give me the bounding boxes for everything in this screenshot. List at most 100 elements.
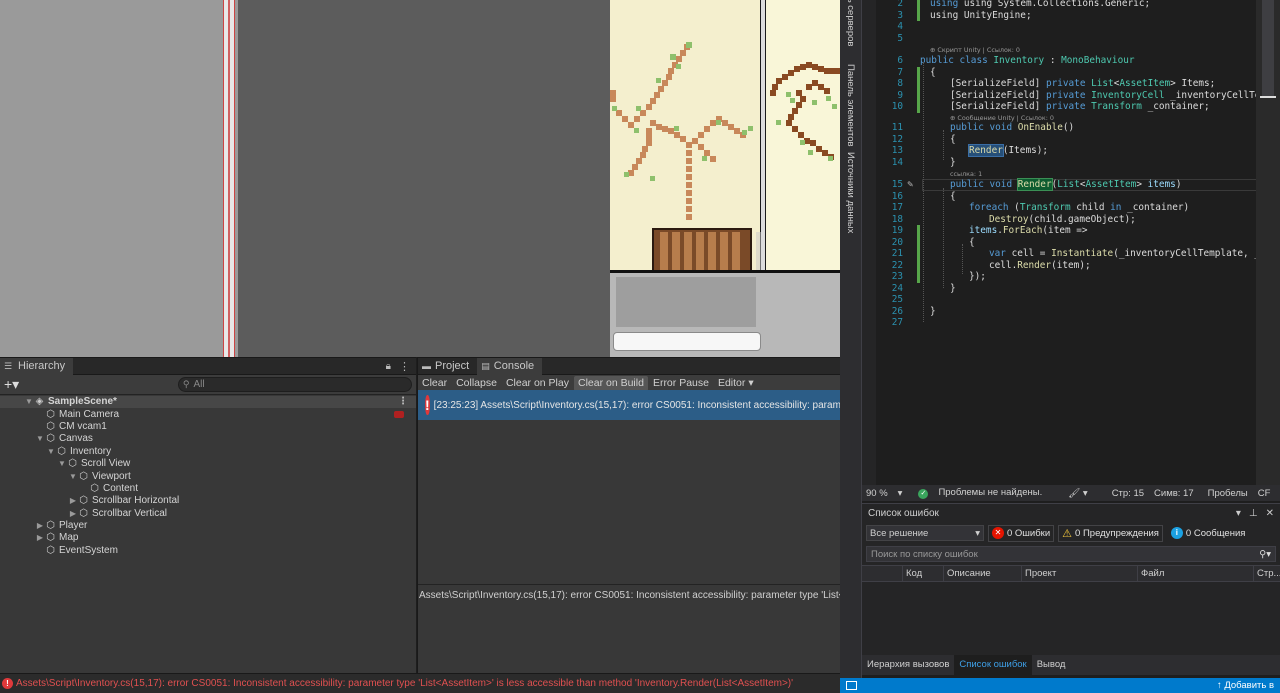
zoom-level[interactable]: 90 % [866,488,888,499]
console-toolbar-button[interactable]: Editor ▾ [714,376,758,391]
hierarchy-item[interactable]: ▶ ⬡ Player [0,520,416,532]
collapse-arrow-icon[interactable]: ▶ [35,532,45,544]
pin-icon[interactable]: ⊥ [1249,508,1258,519]
hierarchy-item-label: Scrollbar Vertical [92,507,168,519]
add-object-button[interactable]: +▾ [4,376,22,393]
zoom-dropdown-icon[interactable]: ▾ [898,488,903,499]
quick-actions-icon[interactable]: ✎ [907,179,914,191]
kebab-menu-icon[interactable]: ⋮ [399,360,410,373]
side-tab-toolbox[interactable]: Панель элементов [845,64,856,147]
hierarchy-item-label: Map [59,532,79,544]
codelens-onenable[interactable]: ⊕ Сообщение Unity | Ссылок: 0 [950,114,1054,122]
window-icon[interactable] [846,681,857,690]
console-toolbar-button[interactable]: Clear [418,376,451,391]
expand-arrow-icon[interactable]: ▼ [57,458,67,470]
eol-indicator[interactable]: CF [1258,488,1271,499]
hierarchy-item[interactable]: ⬡ Main Camera [0,408,416,420]
line-number: 6 [897,55,903,66]
side-tab-server-explorer[interactable]: Обозреватель серверов [845,0,856,46]
scope-dropdown-value: Все решение [870,527,929,539]
line-number: 18 [891,213,903,225]
folder-icon: ▬ [422,361,431,371]
hierarchy-search-input[interactable]: ⚲ All [177,377,412,392]
add-to-source-control[interactable]: ↑ Добавить в [1217,680,1274,691]
hierarchy-item[interactable]: ▼ ⬡ Canvas [0,433,416,445]
line-number: 3 [897,9,903,21]
unity-status-bar[interactable]: ! Assets\Script\Inventory.cs(15,17): err… [0,673,840,693]
vs-bottom-tabs: Иерархия вызовов Список ошибок Вывод [862,655,1280,675]
code-line-22: cell.Render(item); [989,259,1091,271]
gameobject-icon: ⬡ [68,458,77,470]
expand-arrow-icon[interactable]: ▼ [35,433,45,445]
codelens-class[interactable]: ⊕ Скрипт Unity | Ссылок: 0 [930,46,1020,54]
collapse-arrow-icon[interactable]: ▶ [35,520,45,532]
collapse-arrow-icon[interactable]: ▶ [68,495,78,507]
lock-icon[interactable]: 🔒︎ [386,361,391,372]
search-icon[interactable]: ⚲▾ [1259,549,1271,560]
scrollbar-thumb[interactable] [1262,0,1274,96]
whitespace-indicator[interactable]: Пробелы [1208,488,1248,499]
expand-arrow-icon[interactable]: ▼ [24,396,34,408]
column-description[interactable]: Описание [943,565,1021,582]
hierarchy-item[interactable]: ▼ ⬡ Inventory [0,446,416,458]
editor-vertical-scrollbar[interactable] [1256,0,1280,485]
hierarchy-item[interactable]: ⬡ CM vcam1 [0,421,416,433]
collapse-arrow-icon[interactable]: ▶ [68,508,78,520]
column-line[interactable]: Стр... [1253,565,1280,582]
console-error-entry[interactable]: ! [23:25:23] Assets\Script\Inventory.cs(… [418,390,841,420]
messages-filter-button[interactable]: i 0 Сообщения [1167,525,1249,542]
scene-view[interactable] [0,0,610,357]
hierarchy-item[interactable]: ▼ ⬡ Viewport [0,470,416,482]
scope-dropdown[interactable]: Все решение ▾ [866,525,984,541]
console-toolbar-button[interactable]: Collapse [452,376,501,391]
line-indicator[interactable]: Стр: 15 [1112,488,1144,499]
errors-filter-button[interactable]: ✕ 0 Ошибки [988,524,1055,542]
console-toolbar-button[interactable]: Error Pause [649,376,713,391]
problems-indicator[interactable]: ✓ Проблемы не найдены. [918,487,1052,499]
codelens-render[interactable]: ссылка: 1 [950,170,982,178]
error-list-search-input[interactable]: Поиск по списку ошибок ⚲▾ [866,546,1276,562]
vs-bottom-tab[interactable]: Вывод [1032,655,1071,675]
vs-bottom-tab[interactable]: Иерархия вызовов [862,655,954,675]
line-number: 16 [891,190,903,202]
warnings-filter-button[interactable]: ⚠ 0 Предупреждения [1058,524,1163,542]
hierarchy-item[interactable]: ▼ ⬡ Scroll View [0,458,416,470]
line-number: 9 [897,89,903,101]
close-icon[interactable]: ✕ [1266,508,1274,519]
code-line-3: using UnityEngine; [930,9,1032,21]
console-toolbar-button[interactable]: Clear on Play [502,376,573,391]
hierarchy-item[interactable]: ⬡ EventSystem [0,545,416,557]
expand-arrow-icon[interactable]: ▼ [68,471,78,483]
game-view[interactable] [610,0,840,357]
hierarchy-item[interactable]: ▶ ⬡ Scrollbar Vertical [0,508,416,520]
hierarchy-scene-row[interactable]: ▼ ◈ SampleScene* ⋮ [0,396,416,409]
tree-branch-left-icon [610,42,753,220]
code-line-2: using using System.Collections.Generic; [930,0,1151,9]
tab-project[interactable]: ▬ Project [418,358,477,375]
hierarchy-item[interactable]: ▶ ⬡ Map [0,532,416,544]
side-tab-data-sources[interactable]: Источники данных [845,152,856,233]
dropdown-icon[interactable]: ▾ [1236,508,1241,519]
column-indicator[interactable]: Симв: 17 [1154,488,1194,499]
hierarchy-item[interactable]: ⬡ Content [0,483,416,495]
code-editor[interactable]: 2 using using System.Collections.Generic;… [876,0,1280,485]
code-cleanup-icon[interactable]: 🖌︎ ▾ [1068,488,1087,499]
game-ui-input-bar[interactable] [613,332,761,351]
console-toolbar-button[interactable]: Clear on Build [573,375,648,391]
vs-bottom-tab[interactable]: Список ошибок [954,655,1032,675]
line-number: 12 [891,133,903,145]
tab-console[interactable]: ▤ Console [477,357,543,375]
line-number: 21 [891,248,903,259]
gameobject-icon: ⬡ [46,544,55,556]
tab-hierarchy[interactable]: ☰ Hierarchy [0,357,74,375]
column-project[interactable]: Проект [1021,565,1137,582]
hierarchy-item[interactable]: ▶ ⬡ Scrollbar Horizontal [0,495,416,507]
gameobject-icon: ⬡ [79,495,88,507]
console-entry-text: [23:25:23] Assets\Script\Inventory.cs(15… [433,399,841,411]
column-file[interactable]: Файл [1137,565,1253,582]
console-splitter[interactable] [418,584,841,585]
scene-kebab-icon[interactable]: ⋮ [398,396,408,408]
column-code[interactable]: Код [902,565,943,582]
expand-arrow-icon[interactable]: ▼ [46,446,56,458]
console-detail-text: Assets\Script\Inventory.cs(15,17): error… [419,590,841,601]
